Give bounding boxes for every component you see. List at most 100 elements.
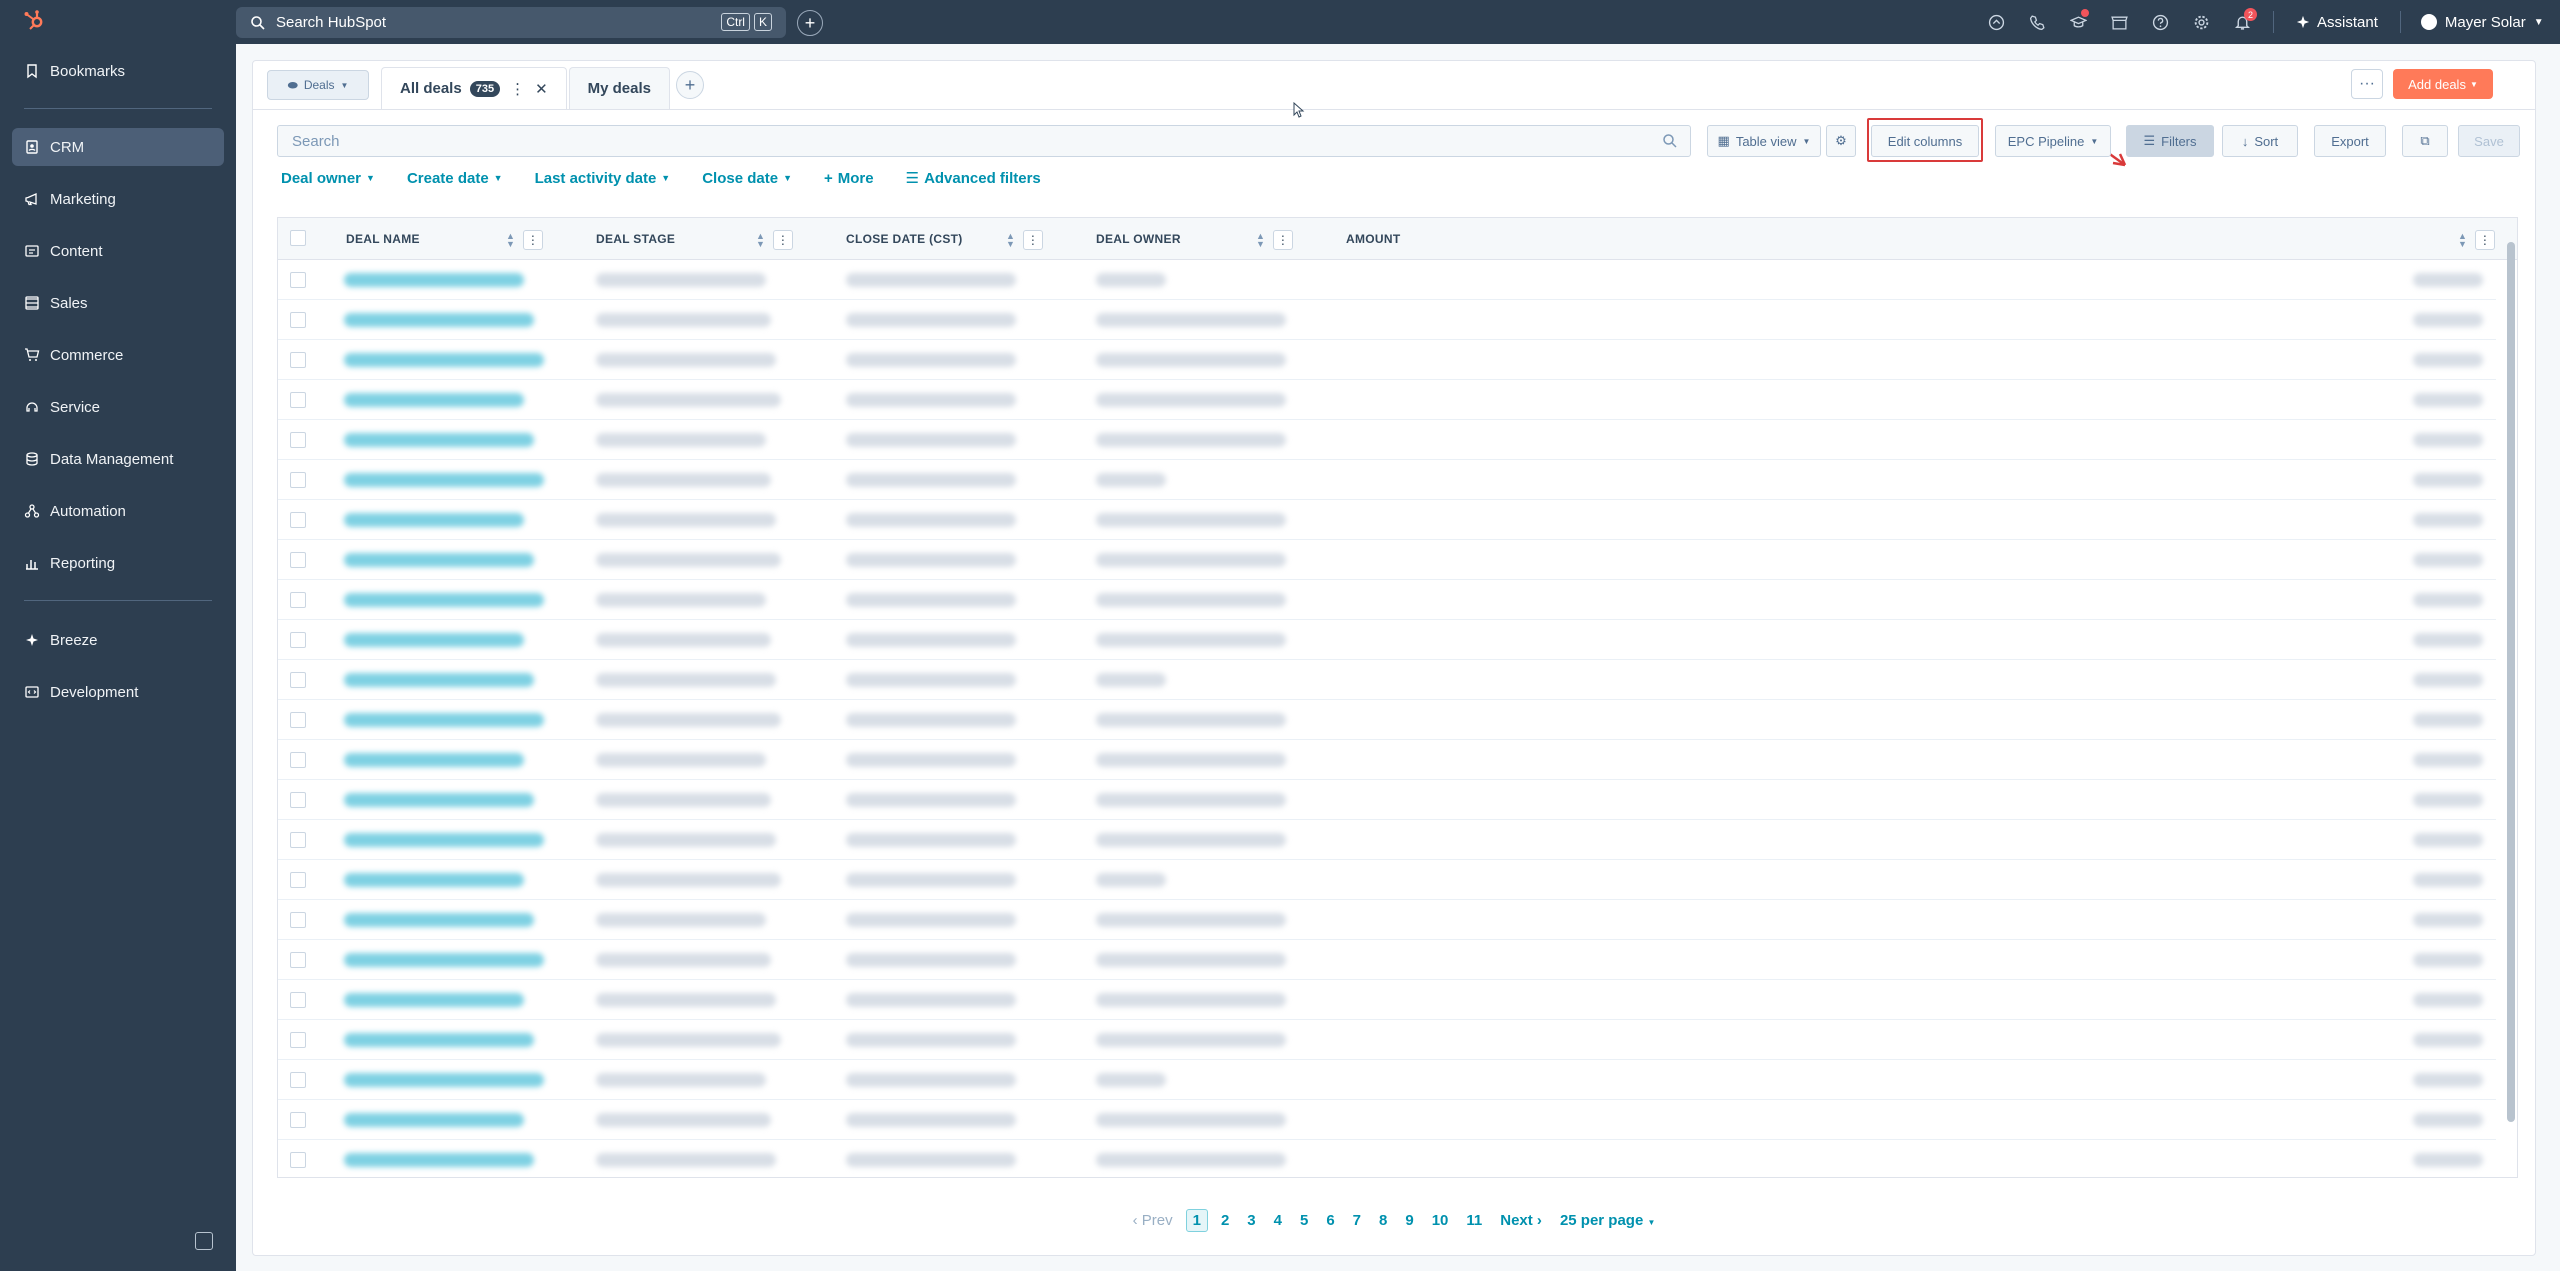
row-checkbox[interactable] (290, 472, 306, 488)
row-checkbox[interactable] (290, 1032, 306, 1048)
row-checkbox[interactable] (290, 752, 306, 768)
table-row[interactable] (278, 700, 2496, 740)
deal-name-cell[interactable] (344, 473, 544, 487)
page-11[interactable]: 11 (1457, 1212, 1491, 1229)
marketplace-icon[interactable] (2099, 0, 2140, 44)
tab-options-icon[interactable]: ⋮ (510, 80, 525, 98)
deal-name-cell[interactable] (344, 513, 524, 527)
column-header-amount[interactable]: AMOUNT (1346, 218, 1400, 260)
deal-name-cell[interactable] (344, 833, 544, 847)
column-options-icon[interactable]: ⋮ (772, 230, 793, 250)
table-row[interactable] (278, 620, 2496, 660)
calling-icon[interactable] (2017, 0, 2058, 44)
page-8[interactable]: 8 (1370, 1212, 1396, 1229)
page-6[interactable]: 6 (1317, 1212, 1343, 1229)
sidebar-item-sales[interactable]: Sales (12, 284, 224, 322)
page-3[interactable]: 3 (1238, 1212, 1264, 1229)
next-page-button[interactable]: Next › (1491, 1212, 1551, 1229)
table-row[interactable] (278, 460, 2496, 500)
table-row[interactable] (278, 1100, 2496, 1140)
deal-name-cell[interactable] (344, 1033, 534, 1047)
column-options-icon[interactable]: ⋮ (2474, 230, 2495, 250)
row-checkbox[interactable] (290, 592, 306, 608)
sidebar-item-commerce[interactable]: Commerce (12, 336, 224, 374)
deal-name-cell[interactable] (344, 753, 524, 767)
account-menu[interactable]: Mayer Solar ▼ (2411, 14, 2544, 31)
filter-close-date[interactable]: Close date ▼ (702, 169, 792, 187)
sort-icon[interactable]: ▲ ▼ (1006, 232, 1015, 249)
page-4[interactable]: 4 (1265, 1212, 1291, 1229)
sidebar-item-service[interactable]: Service (12, 388, 224, 426)
table-scrollbar[interactable] (2507, 232, 2515, 1162)
row-checkbox[interactable] (290, 992, 306, 1008)
sidebar-item-reporting[interactable]: Reporting (12, 544, 224, 582)
save-view-button[interactable]: Save (2458, 125, 2520, 157)
table-row[interactable] (278, 500, 2496, 540)
sort-icon[interactable]: ▲ ▼ (2458, 232, 2467, 249)
global-search-input[interactable]: Search HubSpot Ctrl K (236, 7, 786, 38)
row-checkbox[interactable] (290, 1152, 306, 1168)
filter-deal-owner[interactable]: Deal owner ▼ (281, 169, 375, 187)
row-checkbox[interactable] (290, 1072, 306, 1088)
add-deals-button[interactable]: Add deals ▼ (2393, 69, 2493, 99)
table-row[interactable] (278, 420, 2496, 460)
deal-name-cell[interactable] (344, 273, 524, 287)
export-button[interactable]: Export (2314, 125, 2386, 157)
upgrade-icon[interactable] (1976, 0, 2017, 44)
row-checkbox[interactable] (290, 1112, 306, 1128)
collapse-sidebar-icon[interactable] (195, 1232, 213, 1250)
deal-name-cell[interactable] (344, 593, 544, 607)
sidebar-item-breeze[interactable]: Breeze (12, 621, 224, 659)
deal-name-cell[interactable] (344, 873, 524, 887)
table-row[interactable] (278, 300, 2496, 340)
deal-name-cell[interactable] (344, 1073, 544, 1087)
table-row[interactable] (278, 660, 2496, 700)
academy-icon[interactable] (2058, 0, 2099, 44)
page-1[interactable]: 1 (1185, 1209, 1208, 1232)
table-row[interactable] (278, 940, 2496, 980)
deal-name-cell[interactable] (344, 713, 544, 727)
row-checkbox[interactable] (290, 792, 306, 808)
table-row[interactable] (278, 1060, 2496, 1100)
row-checkbox[interactable] (290, 512, 306, 528)
view-settings-button[interactable]: ⚙ (1826, 125, 1856, 157)
page-9[interactable]: 9 (1396, 1212, 1422, 1229)
table-row[interactable] (278, 900, 2496, 940)
sidebar-item-marketing[interactable]: Marketing (12, 180, 224, 218)
more-filters-button[interactable]: + More (824, 169, 874, 187)
row-checkbox[interactable] (290, 352, 306, 368)
row-checkbox[interactable] (290, 392, 306, 408)
filters-button[interactable]: ☰ Filters (2126, 125, 2214, 157)
deal-name-cell[interactable] (344, 353, 544, 367)
sidebar-item-data-management[interactable]: Data Management (12, 440, 224, 478)
select-all-checkbox[interactable] (290, 230, 306, 246)
deal-name-cell[interactable] (344, 633, 524, 647)
page-10[interactable]: 10 (1423, 1212, 1458, 1229)
duplicate-view-button[interactable]: ⧉ (2402, 125, 2448, 157)
table-row[interactable] (278, 1140, 2496, 1177)
row-checkbox[interactable] (290, 432, 306, 448)
sort-icon[interactable]: ▲ ▼ (1256, 232, 1265, 249)
more-actions-button[interactable]: ··· (2351, 69, 2383, 99)
row-checkbox[interactable] (290, 952, 306, 968)
page-7[interactable]: 7 (1344, 1212, 1370, 1229)
row-checkbox[interactable] (290, 552, 306, 568)
page-2[interactable]: 2 (1212, 1212, 1238, 1229)
filter-last-activity-date[interactable]: Last activity date ▼ (535, 169, 671, 187)
deal-name-cell[interactable] (344, 433, 534, 447)
column-options-icon[interactable]: ⋮ (1272, 230, 1293, 250)
hubspot-logo-icon[interactable] (22, 8, 46, 32)
table-row[interactable] (278, 740, 2496, 780)
table-row[interactable] (278, 820, 2496, 860)
deal-name-cell[interactable] (344, 1113, 524, 1127)
assistant-button[interactable]: Assistant (2284, 14, 2390, 31)
notifications-bell-icon[interactable]: 2 (2222, 0, 2263, 44)
column-header-deal-stage[interactable]: DEAL STAGE (596, 218, 675, 260)
filter-create-date[interactable]: Create date ▼ (407, 169, 503, 187)
create-new-button[interactable]: + (797, 10, 823, 36)
sort-icon[interactable]: ▲ ▼ (756, 232, 765, 249)
page-5[interactable]: 5 (1291, 1212, 1317, 1229)
deal-name-cell[interactable] (344, 673, 534, 687)
pipeline-selector[interactable]: EPC Pipeline ▼ (1995, 125, 2111, 157)
table-row[interactable] (278, 780, 2496, 820)
